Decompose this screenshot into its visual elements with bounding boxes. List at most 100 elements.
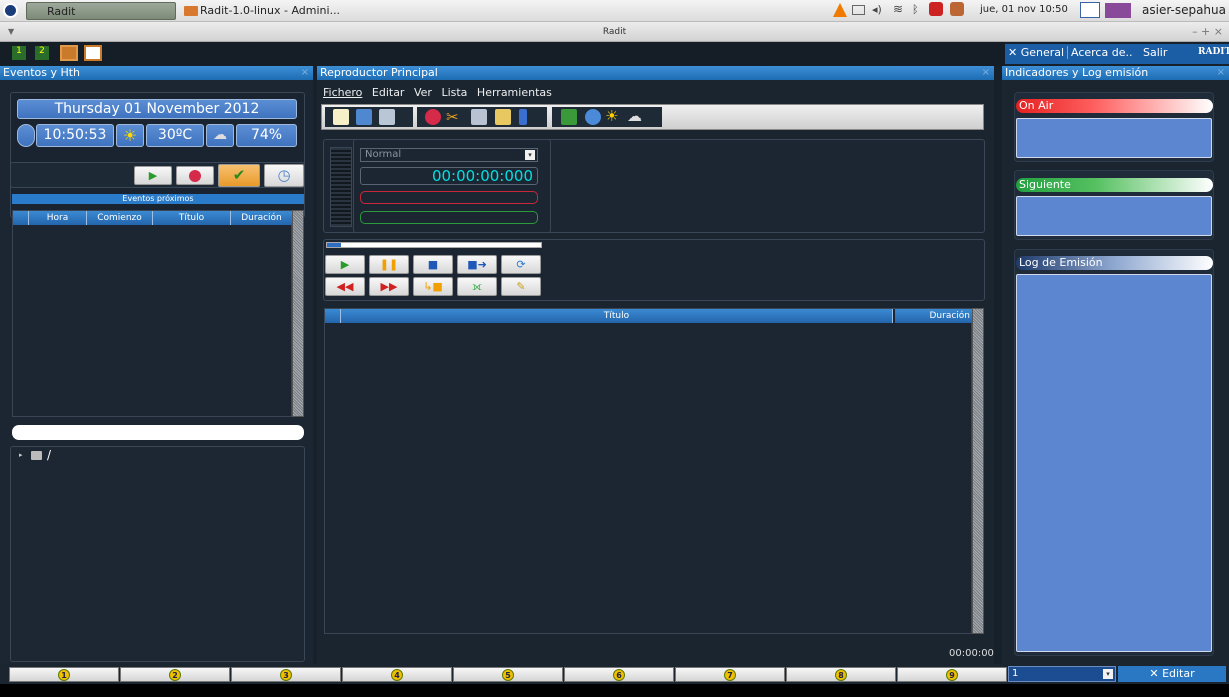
wifi-icon[interactable]: ≋ xyxy=(893,2,903,16)
playlist-scrollbar[interactable] xyxy=(972,308,984,634)
cut-icon[interactable]: ✂ xyxy=(446,108,459,126)
tab-about[interactable]: Acerca de.. xyxy=(1067,46,1132,59)
pause-button[interactable]: ❚❚ xyxy=(369,255,409,274)
events-col-titulo[interactable]: Título xyxy=(153,211,231,225)
file-tree[interactable]: ▸ / xyxy=(10,446,305,662)
volume-icon[interactable]: ◂) xyxy=(872,3,882,16)
mode-select[interactable]: Normal ▾ xyxy=(360,148,538,162)
close-icon[interactable]: × xyxy=(1217,66,1225,80)
hotkey-4-button[interactable]: 4 xyxy=(342,667,452,682)
hotkey-1-button[interactable]: 1 xyxy=(9,667,119,682)
playlist-col-select[interactable] xyxy=(325,309,341,323)
time-display: 10:50:53 xyxy=(36,124,114,147)
edit-button[interactable]: ✕ Editar xyxy=(1118,666,1226,682)
stop-button[interactable]: ■ xyxy=(413,255,453,274)
drive-icon xyxy=(31,451,42,460)
sun-icon[interactable]: ☀ xyxy=(116,124,144,147)
copy-icon[interactable] xyxy=(471,109,487,125)
next-track-button[interactable]: ■➜ xyxy=(457,255,497,274)
hotkey-9-button[interactable]: 9 xyxy=(897,667,1007,682)
hotkey-6-button[interactable]: 6 xyxy=(564,667,674,682)
exit-button[interactable]: Salir xyxy=(1143,46,1167,59)
accept-events-button[interactable]: ✔ xyxy=(218,164,260,187)
next-field[interactable] xyxy=(1016,196,1212,236)
paste-icon[interactable] xyxy=(495,109,511,125)
clock-events-button[interactable]: ◷ xyxy=(264,164,304,187)
mic-icon[interactable] xyxy=(519,109,527,125)
window-titlebar[interactable]: ▼ Radit – + × xyxy=(0,22,1229,42)
menu-lista[interactable]: Lista xyxy=(441,86,467,99)
clock-text[interactable]: jue, 01 nov 10:50 xyxy=(980,4,1068,15)
clock-icon[interactable] xyxy=(17,124,35,147)
cloud-icon[interactable]: ☁ xyxy=(627,107,642,125)
window-menu-icon[interactable]: ▼ xyxy=(8,22,14,42)
on-air-label: On Air xyxy=(1016,99,1213,113)
ubuntu-logo-icon[interactable] xyxy=(3,3,18,18)
events-col-select[interactable] xyxy=(13,211,29,225)
workspace-icon[interactable] xyxy=(1105,3,1131,18)
log-field[interactable] xyxy=(1016,274,1212,652)
chevron-down-icon[interactable]: ▾ xyxy=(1103,669,1113,679)
events-col-comienzo[interactable]: Comienzo xyxy=(87,211,153,225)
bluetooth-icon[interactable]: ᛒ xyxy=(912,3,919,16)
save-icon[interactable] xyxy=(379,109,395,125)
crossfade-button[interactable]: ⟗ xyxy=(457,277,497,296)
new-icon[interactable] xyxy=(333,109,349,125)
playlist-col-duracion[interactable]: Duración xyxy=(895,309,973,323)
taskbar-item-folder[interactable]: Radit-1.0-linux - Admini... xyxy=(180,2,430,20)
events-col-duracion[interactable]: Duración xyxy=(231,211,293,225)
menu-ver[interactable]: Ver xyxy=(414,86,432,99)
player2-icon[interactable]: 2 xyxy=(35,46,49,60)
notes-icon[interactable] xyxy=(84,45,102,61)
weather-icon[interactable]: ☁ xyxy=(206,124,234,147)
import-icon[interactable] xyxy=(561,109,577,125)
playlist-col-titulo[interactable]: Título xyxy=(341,309,893,323)
forward-button[interactable]: ▶▶ xyxy=(369,277,409,296)
delete-icon[interactable] xyxy=(425,109,441,125)
mail-icon[interactable] xyxy=(852,5,865,15)
temperature-display: 30ºC xyxy=(146,124,204,147)
repeat-button[interactable]: ⟳ xyxy=(501,255,541,274)
play-button[interactable]: ▶ xyxy=(325,255,365,274)
stop-events-button[interactable] xyxy=(176,166,214,185)
menu-fichero[interactable]: Fichero xyxy=(323,86,362,99)
search-input[interactable] xyxy=(12,425,304,440)
hotkey-5-button[interactable]: 5 xyxy=(453,667,563,682)
jump-button[interactable]: ↳■ xyxy=(413,277,453,296)
vlc-icon[interactable] xyxy=(833,3,847,17)
events-scrollbar[interactable] xyxy=(292,210,304,417)
alert-icon[interactable] xyxy=(929,2,943,16)
close-icon[interactable]: × xyxy=(301,66,309,80)
document-icon[interactable] xyxy=(1080,2,1100,18)
left-panel: Eventos y Hth × Thursday 01 November 2012… xyxy=(0,66,313,664)
events-col-hora[interactable]: Hora xyxy=(29,211,87,225)
open-icon[interactable] xyxy=(356,109,372,125)
taskbar-item-radit[interactable]: Radit xyxy=(26,2,176,20)
time-icon[interactable] xyxy=(585,109,601,125)
playlist-table[interactable]: Título Duración xyxy=(324,308,973,634)
on-air-field[interactable] xyxy=(1016,118,1212,158)
play-events-button[interactable]: ▶ xyxy=(134,166,172,185)
tree-root-label: / xyxy=(47,448,52,462)
window-title: Radit xyxy=(602,27,627,37)
chevron-down-icon[interactable]: ▾ xyxy=(525,150,535,160)
chat-icon[interactable] xyxy=(950,2,964,16)
menu-herramientas[interactable]: Herramientas xyxy=(477,86,552,99)
snapshot-icon[interactable] xyxy=(60,45,78,61)
expand-icon[interactable]: ▸ xyxy=(19,451,23,459)
hotkey-2-button[interactable]: 2 xyxy=(120,667,230,682)
progress-bar[interactable] xyxy=(326,242,542,248)
clean-button[interactable]: ✎ xyxy=(501,277,541,296)
user-name[interactable]: asier-sepahua xyxy=(1142,3,1226,17)
player1-icon[interactable]: 1 xyxy=(12,46,26,60)
hotkey-set-select[interactable]: 1 ▾ xyxy=(1008,666,1116,682)
hotkey-7-button[interactable]: 7 xyxy=(675,667,785,682)
tab-general[interactable]: ✕ General xyxy=(1008,46,1064,59)
close-icon[interactable]: × xyxy=(982,66,990,80)
rewind-button[interactable]: ◀◀ xyxy=(325,277,365,296)
window-controls[interactable]: – + × xyxy=(1192,22,1223,42)
hotkey-3-button[interactable]: 3 xyxy=(231,667,341,682)
hotkey-8-button[interactable]: 8 xyxy=(786,667,896,682)
menu-editar[interactable]: Editar xyxy=(372,86,405,99)
sun-icon[interactable]: ☀ xyxy=(605,107,618,125)
